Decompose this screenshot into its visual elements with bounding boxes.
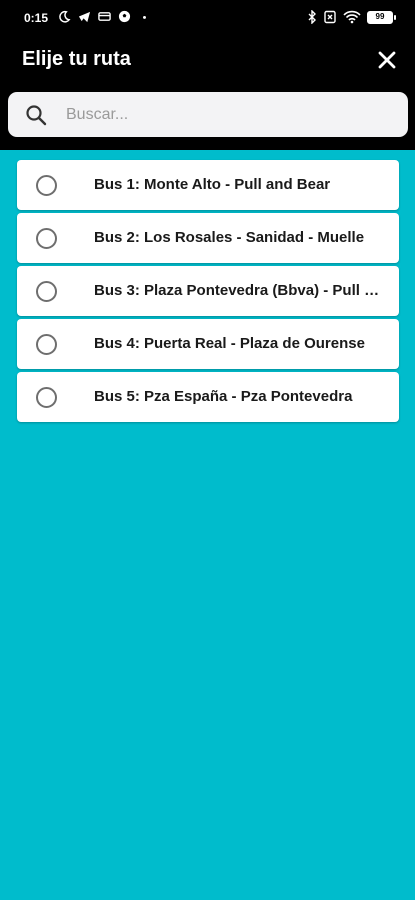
- radio-button[interactable]: [36, 281, 57, 302]
- radio-button[interactable]: [36, 228, 57, 249]
- status-system-icons: 99: [307, 10, 396, 24]
- radio-button[interactable]: [36, 175, 57, 196]
- route-label: Bus 5: Pza España - Pza Pontevedra: [94, 388, 353, 405]
- football-icon: [118, 10, 131, 23]
- telegram-icon: [78, 11, 91, 23]
- search-input[interactable]: [66, 92, 396, 137]
- radio-button[interactable]: [36, 387, 57, 408]
- route-item[interactable]: Bus 5: Pza España - Pza Pontevedra: [17, 372, 399, 422]
- radio-button[interactable]: [36, 334, 57, 355]
- app-header: 0:15 99 Elije tu ruta: [0, 0, 415, 150]
- route-label: Bus 2: Los Rosales - Sanidad - Muelle: [94, 229, 365, 246]
- route-item[interactable]: Bus 1: Monte Alto - Pull and Bear: [17, 160, 399, 210]
- route-list: Bus 1: Monte Alto - Pull and Bear Bus 2:…: [17, 160, 399, 425]
- status-notification-icons: [58, 10, 151, 23]
- status-time: 0:15: [24, 11, 49, 25]
- route-label: Bus 4: Puerta Real - Plaza de Ourense: [94, 335, 365, 352]
- moon-icon: [59, 10, 71, 23]
- route-item[interactable]: Bus 4: Puerta Real - Plaza de Ourense: [17, 319, 399, 369]
- route-item[interactable]: Bus 2: Los Rosales - Sanidad - Muelle: [17, 213, 399, 263]
- search-icon: [26, 105, 47, 126]
- card-icon: [98, 12, 111, 21]
- route-item[interactable]: Bus 3: Plaza Pontevedra (Bbva) - Pull an…: [17, 266, 399, 316]
- close-icon[interactable]: [375, 48, 399, 72]
- page-title: Elije tu ruta: [22, 48, 131, 70]
- wifi-icon: [343, 10, 361, 24]
- status-bar: 0:15 99: [0, 0, 415, 36]
- route-label: Bus 1: Monte Alto - Pull and Bear: [94, 176, 331, 193]
- route-label: Bus 3: Plaza Pontevedra (Bbva) - Pull an…: [94, 282, 384, 299]
- battery-icon: 99: [367, 10, 396, 24]
- search-box[interactable]: [8, 92, 408, 137]
- bluetooth-icon: [308, 10, 316, 24]
- dot-icon: [143, 15, 146, 19]
- no-sim-icon: [324, 10, 336, 24]
